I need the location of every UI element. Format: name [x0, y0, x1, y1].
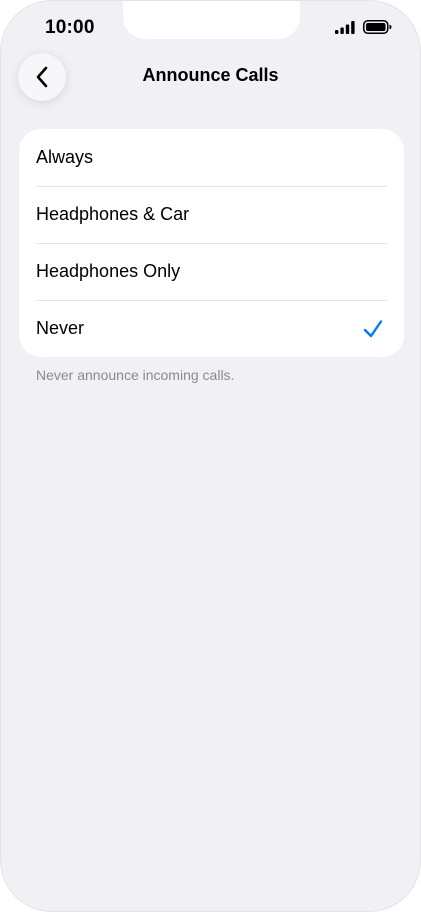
option-label: Always	[36, 147, 94, 167]
option-label: Headphones Only	[36, 261, 181, 281]
option-label: Headphones & Car	[36, 204, 190, 224]
notch	[123, 1, 300, 39]
battery-icon	[363, 20, 392, 34]
option-headphones-only[interactable]: Headphones Only	[19, 243, 404, 300]
footer-note: Never announce incoming calls.	[36, 367, 235, 383]
phone-screen: 10:00 Announce Calls Always Headphones &…	[0, 0, 421, 912]
cellular-signal-icon	[335, 20, 355, 34]
option-never[interactable]: Never	[19, 300, 404, 357]
checkmark-icon	[363, 319, 383, 337]
option-always[interactable]: Always	[19, 129, 404, 186]
option-headphones-car[interactable]: Headphones & Car	[19, 186, 404, 243]
status-time: 10:00	[45, 17, 95, 38]
announce-options-list: Always Headphones & Car Headphones Only …	[19, 129, 404, 357]
page-title: Announce Calls	[142, 65, 279, 85]
status-icons	[335, 20, 392, 34]
option-label: Never	[36, 318, 85, 338]
